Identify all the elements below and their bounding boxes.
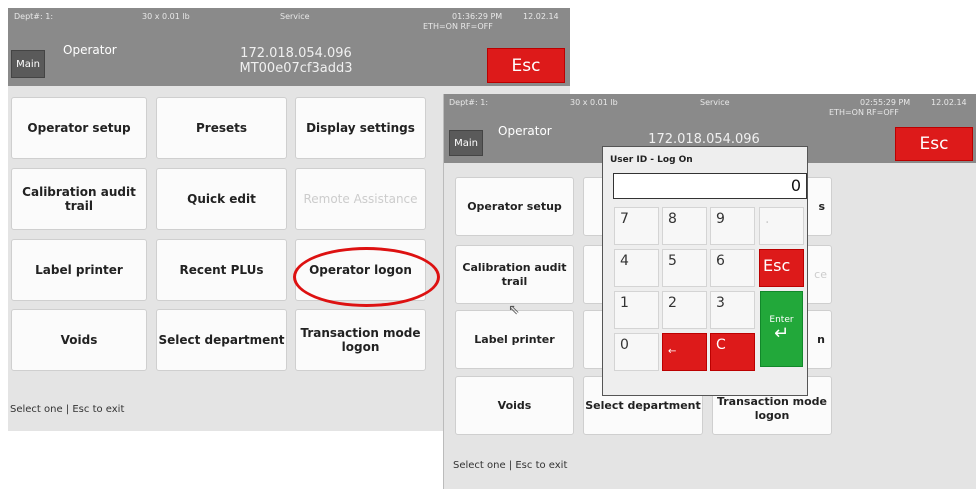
backspace-button[interactable]: ←	[662, 333, 707, 371]
esc-button[interactable]: Esc	[895, 127, 973, 161]
status-message: Select one | Esc to exit	[10, 404, 125, 415]
operator-setup-button[interactable]: Operator setup	[455, 177, 574, 236]
operator-label: Operator	[498, 124, 552, 138]
operator-setup-button[interactable]: Operator setup	[11, 97, 147, 159]
ip-address: 172.018.054.096	[648, 132, 760, 147]
capacity-indicator: 30 x 0.01 lb	[570, 98, 618, 107]
ip-address: 172.018.054.096	[240, 46, 352, 61]
select-department-button[interactable]: Select department	[156, 309, 287, 371]
calibration-audit-trail-button[interactable]: Calibration audit trail	[11, 168, 147, 230]
user-id-input[interactable]: 0	[613, 173, 807, 199]
key-9[interactable]: 9	[710, 207, 755, 245]
quick-edit-button[interactable]: Quick edit	[156, 168, 287, 230]
key-4[interactable]: 4	[614, 249, 659, 287]
enter-arrow-icon: ↵	[773, 323, 790, 344]
operator-label: Operator	[63, 43, 117, 57]
mouse-cursor-icon: ⇖	[508, 302, 520, 318]
date-display: 12.02.14	[931, 98, 967, 107]
key-5[interactable]: 5	[662, 249, 707, 287]
keypad-esc-button[interactable]: Esc	[759, 249, 804, 287]
key-2[interactable]: 2	[662, 291, 707, 329]
remote-assistance-button: Remote Assistance	[295, 168, 426, 230]
network-status: ETH=ON RF=OFF	[829, 108, 899, 117]
main-button[interactable]: Main	[449, 130, 483, 156]
calibration-audit-trail-button[interactable]: Calibration audit trail	[455, 245, 574, 304]
voids-button[interactable]: Voids	[455, 376, 574, 435]
transaction-mode-logon-button[interactable]: Transaction mode logon	[295, 309, 426, 371]
highlight-circle	[293, 247, 440, 307]
key-1[interactable]: 1	[614, 291, 659, 329]
dialog-title: User ID - Log On	[610, 155, 693, 165]
key-7[interactable]: 7	[614, 207, 659, 245]
esc-button[interactable]: Esc	[487, 48, 565, 83]
status-message: Select one | Esc to exit	[453, 460, 568, 471]
voids-button[interactable]: Voids	[11, 309, 147, 371]
key-3[interactable]: 3	[710, 291, 755, 329]
mode-indicator: Service	[700, 98, 730, 107]
dept-indicator: Dept#: 1:	[14, 12, 54, 21]
key-6[interactable]: 6	[710, 249, 755, 287]
display-settings-button[interactable]: Display settings	[295, 97, 426, 159]
top-bar: Dept#: 1: 30 x 0.01 lb Service 01:36:29 …	[8, 8, 570, 86]
network-status: ETH=ON RF=OFF	[423, 22, 493, 31]
capacity-indicator: 30 x 0.01 lb	[142, 12, 190, 21]
recent-plus-button[interactable]: Recent PLUs	[156, 239, 287, 301]
label-printer-button[interactable]: Label printer	[455, 310, 574, 369]
key-8[interactable]: 8	[662, 207, 707, 245]
key-decimal: .	[759, 207, 804, 245]
mode-indicator: Service	[280, 12, 310, 21]
key-0[interactable]: 0	[614, 333, 659, 371]
presets-button[interactable]: Presets	[156, 97, 287, 159]
enter-button[interactable]: Enter ↵	[760, 291, 803, 367]
label-printer-button[interactable]: Label printer	[11, 239, 147, 301]
user-id-logon-dialog: User ID - Log On 0 7 8 9 . 4 5 6 Esc 1 2…	[602, 146, 808, 396]
clear-button[interactable]: C	[710, 333, 755, 371]
time-display: 02:55:29 PM	[860, 98, 911, 107]
device-id: MT00e07cf3add3	[239, 61, 353, 76]
main-button[interactable]: Main	[11, 50, 45, 78]
time-display: 01:36:29 PM	[452, 12, 503, 21]
date-display: 12.02.14	[523, 12, 559, 21]
dept-indicator: Dept#: 1:	[449, 98, 489, 107]
